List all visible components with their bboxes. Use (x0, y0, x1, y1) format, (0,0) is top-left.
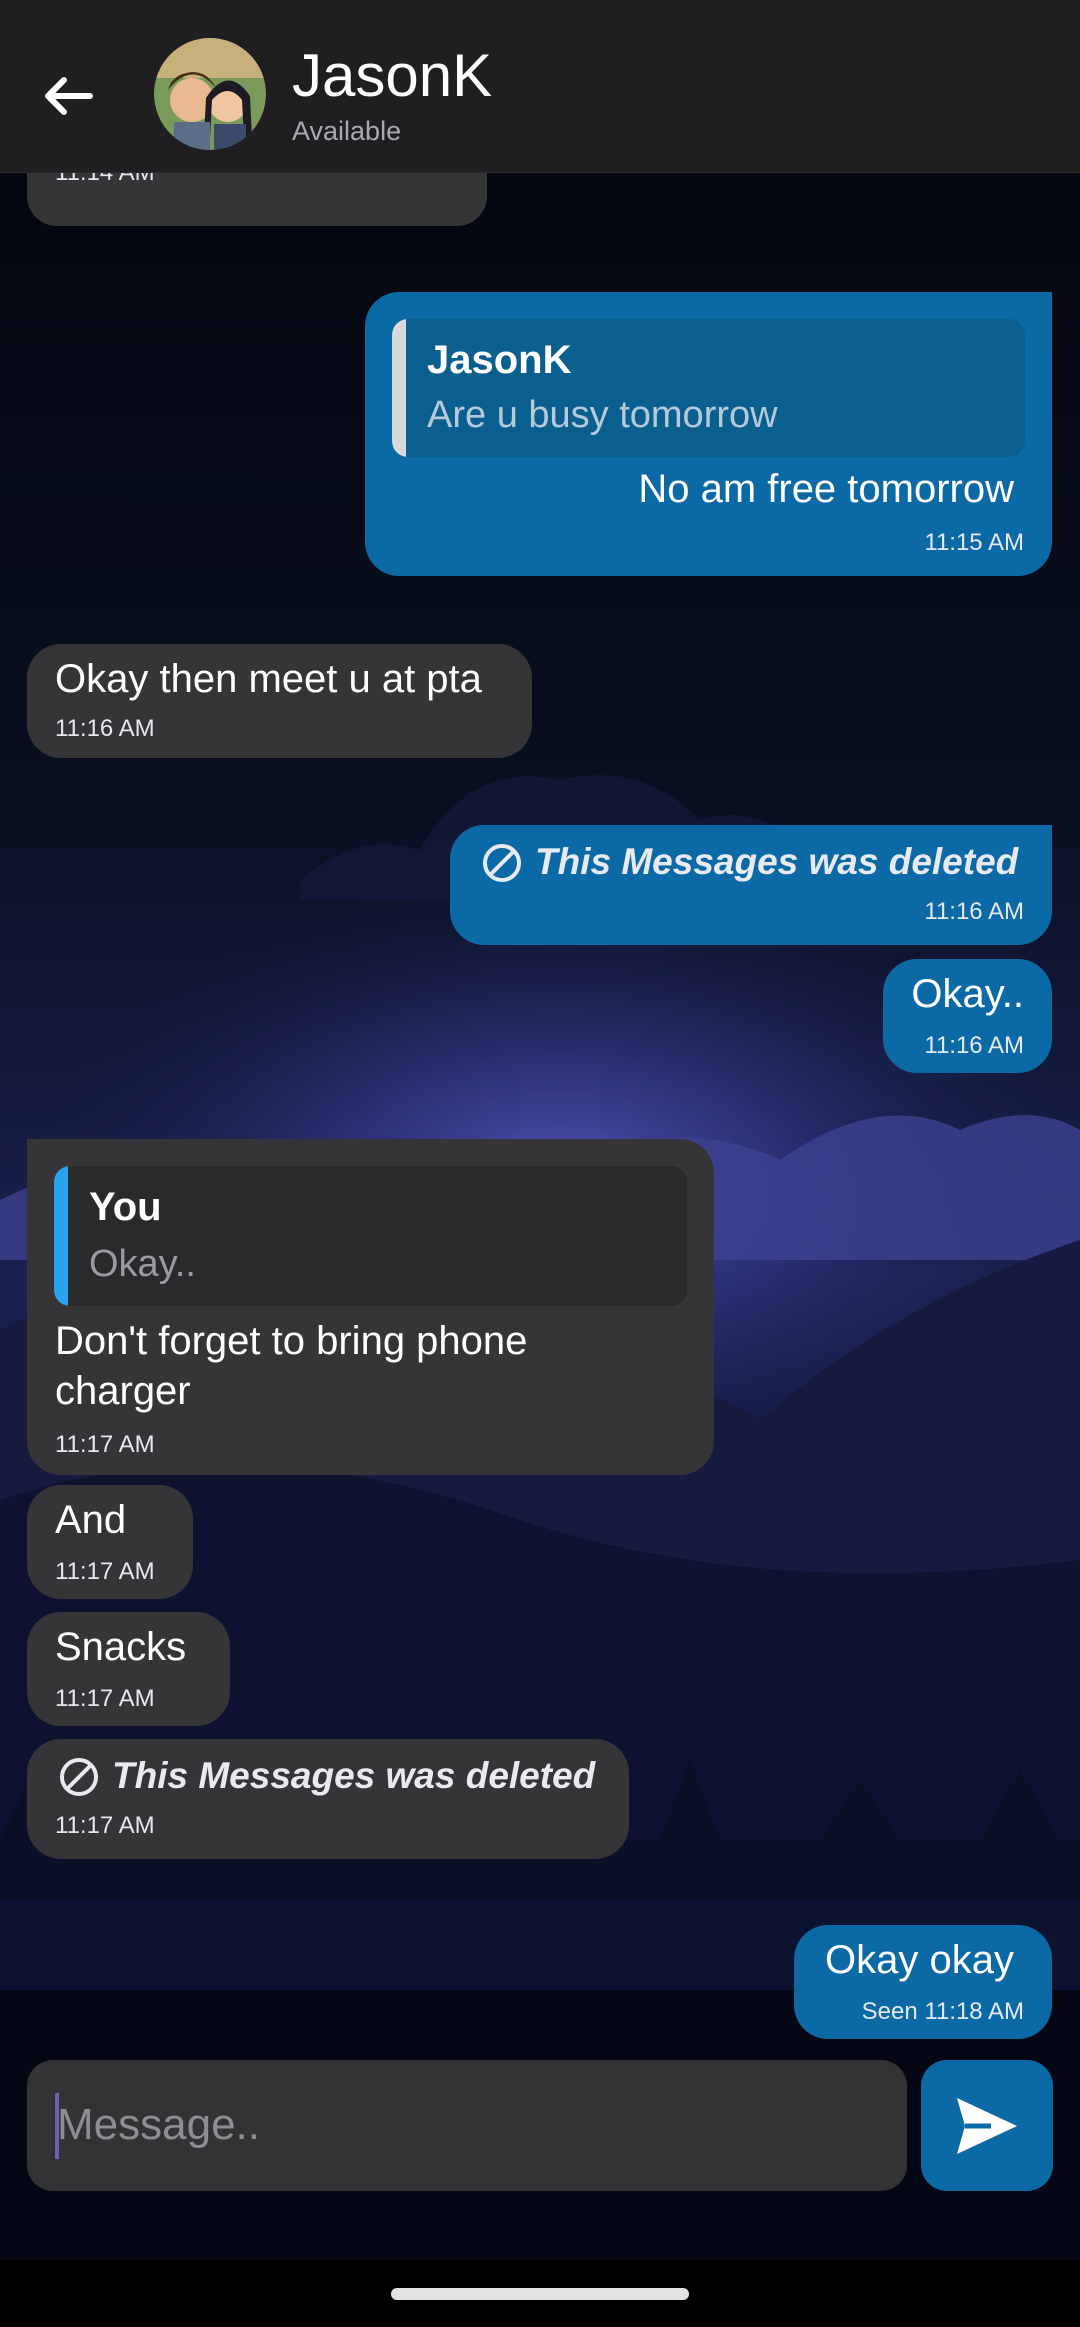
contact-avatar[interactable] (154, 38, 266, 150)
message-text: This Messages was deleted (535, 841, 1019, 882)
message-bubble-outgoing[interactable]: Okay.. 11:16 AM (883, 959, 1052, 1073)
message-text: And (55, 1498, 127, 1542)
message-input-placeholder: Message.. (57, 2100, 260, 2149)
home-indicator[interactable] (391, 2288, 689, 2300)
message-time: 11:16 AM (924, 1032, 1024, 1059)
reply-text: Are u busy tomorrow (427, 394, 778, 436)
message-bubble-outgoing[interactable]: Okay okay Seen 11:18 AM (794, 1925, 1052, 2039)
message-bubble-outgoing[interactable]: JasonK Are u busy tomorrow No am free to… (365, 292, 1052, 576)
message-bubble-incoming-deleted[interactable]: This Messages was deleted 11:17 AM (27, 1739, 629, 1859)
message-text: No am free tomorrow (638, 467, 1014, 511)
message-bubble-incoming[interactable]: Okay then meet u at pta 11:16 AM (27, 644, 532, 758)
message-seen-time: Seen 11:18 AM (861, 1998, 1024, 2025)
contact-name[interactable]: JasonK (292, 40, 492, 112)
reply-sender: You (89, 1185, 162, 1229)
message-bubble-outgoing-deleted[interactable]: This Messages was deleted 11:16 AM (450, 825, 1052, 945)
message-text: Okay okay (825, 1938, 1014, 1982)
arrow-left-icon (45, 77, 93, 115)
send-icon (957, 2098, 1017, 2154)
reply-bar (54, 1166, 68, 1306)
message-time: 11:17 AM (55, 1558, 155, 1585)
blocked-icon (483, 844, 521, 882)
message-text-line: Don't forget to bring phone (55, 1319, 528, 1363)
reply-text: Okay.. (89, 1243, 196, 1285)
message-input[interactable]: Message.. (27, 2060, 907, 2191)
message-bubble-incoming[interactable]: Snacks 11:17 AM (27, 1612, 230, 1726)
system-navigation-bar (0, 2260, 1080, 2327)
message-bubble-incoming[interactable]: You Okay.. Don't forget to bring phone c… (27, 1139, 714, 1475)
message-time: 11:16 AM (55, 715, 155, 742)
contact-status: Available (292, 116, 402, 146)
message-list[interactable]: 11:14 AM JasonK Are u busy tomorrow No a… (0, 152, 1080, 2050)
reply-sender: JasonK (427, 338, 572, 382)
message-time: 11:17 AM (55, 1812, 155, 1839)
blocked-icon (60, 1758, 98, 1796)
send-button[interactable] (921, 2060, 1053, 2191)
reply-preview[interactable]: You Okay.. (54, 1166, 687, 1306)
message-text: Snacks (55, 1625, 187, 1669)
chat-header: JasonK Available (0, 0, 1080, 173)
message-text: Okay then meet u at pta (55, 657, 482, 701)
message-text-line: charger (55, 1369, 191, 1413)
back-button[interactable] (38, 66, 98, 126)
message-time: 11:17 AM (55, 1685, 155, 1712)
message-time: 11:17 AM (55, 1431, 155, 1458)
message-bubble-incoming[interactable]: And 11:17 AM (27, 1485, 193, 1599)
reply-bar (392, 319, 406, 457)
message-time: 11:16 AM (924, 898, 1024, 925)
message-time: 11:15 AM (924, 529, 1024, 556)
message-text: This Messages was deleted (112, 1755, 596, 1796)
reply-preview[interactable]: JasonK Are u busy tomorrow (392, 319, 1025, 457)
message-text: Okay.. (911, 972, 1024, 1016)
